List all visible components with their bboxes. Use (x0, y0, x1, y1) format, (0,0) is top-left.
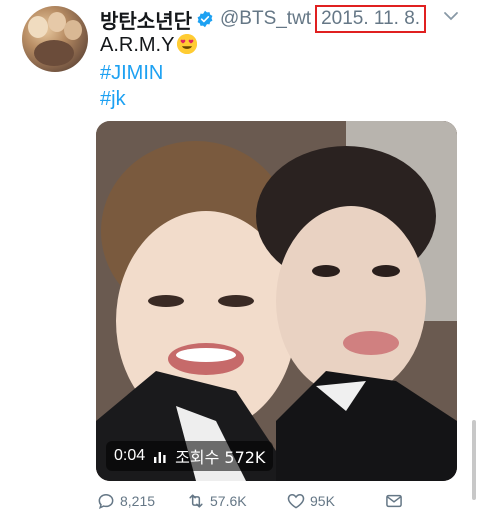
direct-message-button[interactable] (384, 491, 408, 511)
tweet-actions: 8,215 57.6K 95K (96, 491, 436, 515)
like-button[interactable]: 95K (286, 491, 335, 511)
tweet-card: 방탄소년단 @BTS_twt 2015. 11. 8. A.R.M.Y #JIM… (0, 0, 480, 523)
author-handle[interactable]: @BTS_twt (220, 8, 311, 30)
bar-chart-icon (154, 452, 166, 463)
author-name[interactable]: 방탄소년단 (100, 5, 192, 34)
retweet-icon (189, 494, 203, 508)
retweet-button[interactable]: 57.6K (186, 491, 247, 511)
chevron-down-icon[interactable] (443, 10, 459, 22)
envelope-icon (386, 494, 402, 508)
tweet-text: A.R.M.Y (100, 34, 198, 57)
retweet-count: 57.6K (210, 493, 247, 509)
like-count: 95K (310, 493, 335, 509)
video-info-overlay: 0:04 조회수 572K (106, 441, 274, 471)
tweet-header: 방탄소년단 @BTS_twt 2015. 11. 8. (100, 5, 427, 34)
video-thumbnail (96, 121, 457, 481)
scrollbar[interactable] (472, 420, 476, 500)
video-duration: 0:04 (114, 447, 146, 464)
hashtag-link[interactable]: #JIMIN (100, 62, 163, 85)
reply-icon (98, 493, 114, 510)
hashtag-link[interactable]: #jk (100, 88, 126, 111)
video-views: 조회수 572K (175, 448, 266, 467)
avatar[interactable] (22, 6, 88, 72)
video-player[interactable]: 0:04 조회수 572K (96, 121, 457, 481)
heart-icon (287, 493, 305, 509)
tweet-text-line: A.R.M.Y (100, 34, 175, 56)
tweet-date[interactable]: 2015. 11. 8. (315, 5, 427, 33)
heart-eyes-emoji-icon (177, 34, 198, 54)
verified-badge-icon (196, 10, 214, 28)
reply-button[interactable]: 8,215 (96, 491, 155, 511)
reply-count: 8,215 (120, 493, 156, 509)
